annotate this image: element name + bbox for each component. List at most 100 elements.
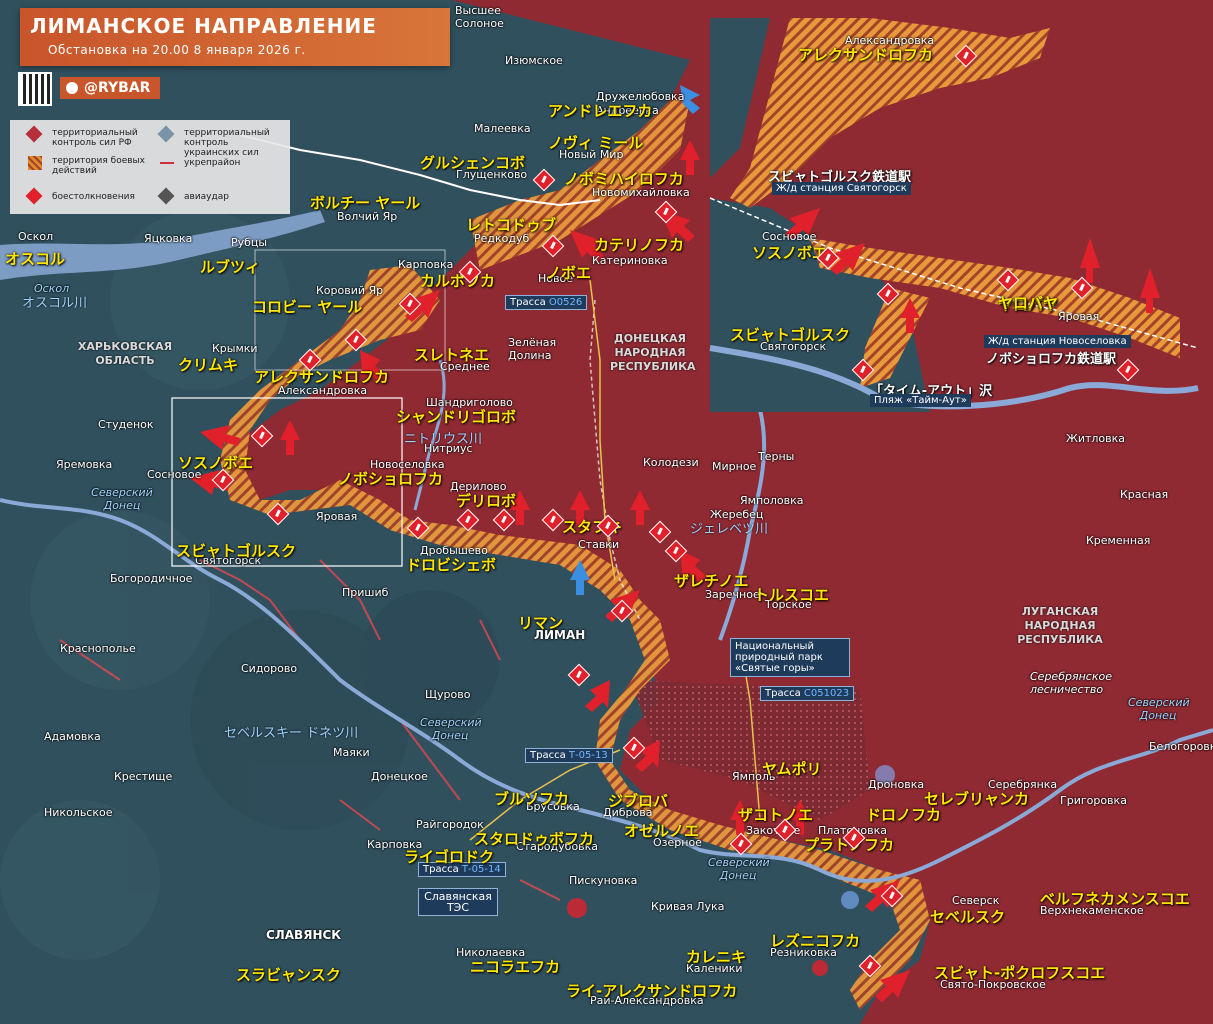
place-label-jp-rayaj: ライ-アレクサンドロフカ	[566, 982, 738, 1000]
place-label-jp-sosnj: ソスノボエ	[178, 454, 254, 472]
inset-yarovaya-jp: ヤロバヤ	[998, 294, 1059, 312]
region-donetsk: ДОНЕЦКАЯ НАРОДНАЯ РЕСПУБЛИКА	[610, 332, 696, 373]
place-label-dronovka: Дроновка	[868, 778, 925, 791]
river-label-seversky-2: Северский Донец	[420, 716, 482, 742]
river-label-seversky-4: Северский Донец	[1128, 696, 1190, 722]
qr-code-icon	[18, 72, 52, 106]
brand-label: @RYBAR	[84, 80, 151, 96]
place-label-kolodezi: Колодези	[643, 456, 699, 469]
place-label-jp-andre: アンドレエフカ	[548, 102, 653, 120]
brand-badge: @RYBAR	[60, 77, 160, 99]
place-label-slavyansk: СЛАВЯНСК	[266, 928, 342, 942]
place-label-kremennaya: Кременная	[1086, 534, 1151, 547]
place-label-bogorod: Богородичное	[110, 572, 193, 585]
place-label-yampolovka: Ямполовка	[740, 494, 804, 507]
legend-swatch-ru	[25, 125, 43, 143]
legend-label-ua: территориальный контроль украинских сил	[184, 128, 270, 158]
legend-label-clash: боестолкновения	[52, 192, 135, 202]
legend-swatch-ua	[157, 125, 175, 143]
place-label-schurovo: Щурово	[425, 688, 471, 701]
legend-swatch-fort	[160, 162, 174, 164]
place-label-jp-yampj: ヤムポリ	[762, 760, 822, 778]
place-label-kresti: Крестище	[114, 770, 173, 783]
legend-label-combat: территория боевых действий	[52, 156, 145, 176]
place-label-jp-kalenj: カレニキ	[686, 948, 747, 966]
telegram-icon	[66, 82, 78, 94]
place-label-donetskoe: Донецкое	[371, 770, 428, 783]
page-subtitle: Обстановка на 20.00 8 января 2026 г.	[48, 43, 306, 57]
place-label-jp-srednj: スレトネエ	[414, 346, 490, 364]
place-label-krivayaluka: Кривая Лука	[651, 900, 725, 913]
place-label-nikolskoe: Никольское	[44, 806, 113, 819]
river-label-seversky-3: Северский Донец	[708, 856, 770, 882]
place-label-jp-volchi: ボルチー ヤール	[310, 194, 421, 212]
place-label-jp-derilj: デリロボ	[456, 492, 517, 510]
place-label-jp-novosj: ノボショロフカ	[338, 470, 444, 488]
forest-label: Серебрянское лесничество	[1030, 670, 1112, 696]
legend-label-airstrike: авиаудар	[184, 192, 229, 202]
inset-station2-ru: Ж/д станция Новоселовка	[984, 335, 1131, 348]
place-label-maleevka: Малеевка	[474, 122, 531, 135]
place-label-mayaki: Маяки	[333, 746, 370, 759]
place-label-jp-drobj: ドロビシェボ	[406, 556, 497, 574]
region-luhansk: ЛУГАНСКАЯ НАРОДНАЯ РЕСПУБЛИКА	[1017, 605, 1103, 646]
tes-label: Славянская ТЭС	[418, 888, 498, 916]
road-prefix: Трасса	[510, 297, 546, 308]
place-label-rubtsy: Рубцы	[231, 236, 268, 249]
place-label-jp-oskolj: オスコル	[5, 250, 66, 268]
river-label-seversky-1: Северский Донец	[91, 486, 153, 512]
airstrike-icon	[157, 187, 175, 205]
place-label-katerin: Катериновка	[592, 254, 668, 267]
place-label-jp-novomi: ノボミハイロフカ	[564, 170, 684, 188]
inset-sosnovoe-jp: ソスノボエ	[752, 244, 828, 262]
legend-swatch-clash	[25, 187, 43, 205]
river-label-seversky-jp: セベルスキー ドネツ川	[224, 726, 359, 741]
road-prefix: Трасса	[765, 688, 801, 699]
place-label-jp-novmir: ノヴィ ミール	[548, 134, 644, 152]
place-label-jp-dibj: ジブロバ	[608, 792, 669, 810]
place-label-jp-katerj: カテリノフカ	[594, 236, 685, 254]
place-label-jp-zarechj: ザレチノエ	[674, 572, 749, 590]
inset-beach-ru: Пляж «Тайм-Аут»	[870, 394, 971, 407]
inset-yarovaya-ru: Яровая	[1058, 310, 1100, 323]
place-label-jp-shandj: シャンドリゴロボ	[396, 408, 517, 426]
place-label-jp-svyatj: スビャトゴルスク	[176, 542, 297, 560]
place-label-jp-rubtsj: ルブツィ	[200, 258, 261, 276]
road-code: Т-05-13	[568, 750, 608, 761]
place-label-jp-korovj: コロビー ヤール	[252, 298, 363, 316]
river-label-oskol: Оскол	[34, 282, 70, 295]
inset-svyat-ru: Святогорск	[760, 340, 827, 353]
place-label-yarovaya: Яровая	[316, 510, 358, 523]
place-label-jp-rezj: レズニコフカ	[770, 932, 861, 950]
place-label-jp-redko: レトコドゥブ	[466, 216, 557, 234]
place-label-jp-zakotj: ザコトノエ	[738, 806, 814, 824]
place-label-prishib: Пришиб	[342, 586, 389, 599]
place-label-jp-limanj: リマン	[518, 614, 564, 632]
place-label-jp-serebj: セレブリャンカ	[924, 790, 1030, 808]
legend-label-fort: укрепрайон	[184, 158, 241, 168]
legend-swatch-combat	[28, 156, 42, 170]
place-label-jp-nikolj: ニコラエフカ	[470, 958, 561, 976]
page-title: ЛИМАНСКОЕ НАПРАВЛЕНИЕ	[30, 14, 377, 38]
road-label-o0526: Трасса О0526	[505, 295, 588, 310]
place-label-jp-raygj: ライゴロドク	[404, 848, 495, 866]
park-label: Национальный природный парк «Святые горы…	[730, 638, 850, 677]
place-label-belogorovka: Белогоровка	[1149, 740, 1213, 753]
place-label-zelenaya: Зелёная Долина	[508, 336, 557, 362]
place-label-izyumskoe: Изюмское	[505, 54, 563, 67]
place-label-jp-brusj: ブルソフカ	[494, 790, 570, 808]
place-label-piskunovka: Пискуновка	[569, 874, 638, 887]
place-label-studenok: Студенок	[98, 418, 154, 431]
river-label-nitrius-jp: ニトリウス川	[404, 432, 483, 447]
place-label-jp-torskj: トルスコエ	[754, 586, 830, 604]
place-label-jp-karpj: カルポフカ	[420, 272, 496, 290]
place-label-jp-slavj: スラビャンスク	[236, 966, 341, 984]
road-label-t0513: Трасса Т-05-13	[525, 748, 613, 763]
road-code: С051023	[803, 688, 850, 699]
place-label-krasnopol: Краснополье	[60, 642, 136, 655]
place-label-yaremovka: Яремовка	[56, 458, 113, 471]
river-label-zherebets-jp: ジェレベツ川	[690, 522, 769, 537]
place-label-jp-glushc: グルシェンコボ	[420, 154, 526, 172]
place-label-vysshee: Высшее Солоное	[455, 4, 504, 30]
place-label-grigorovka: Григоровка	[1060, 794, 1127, 807]
